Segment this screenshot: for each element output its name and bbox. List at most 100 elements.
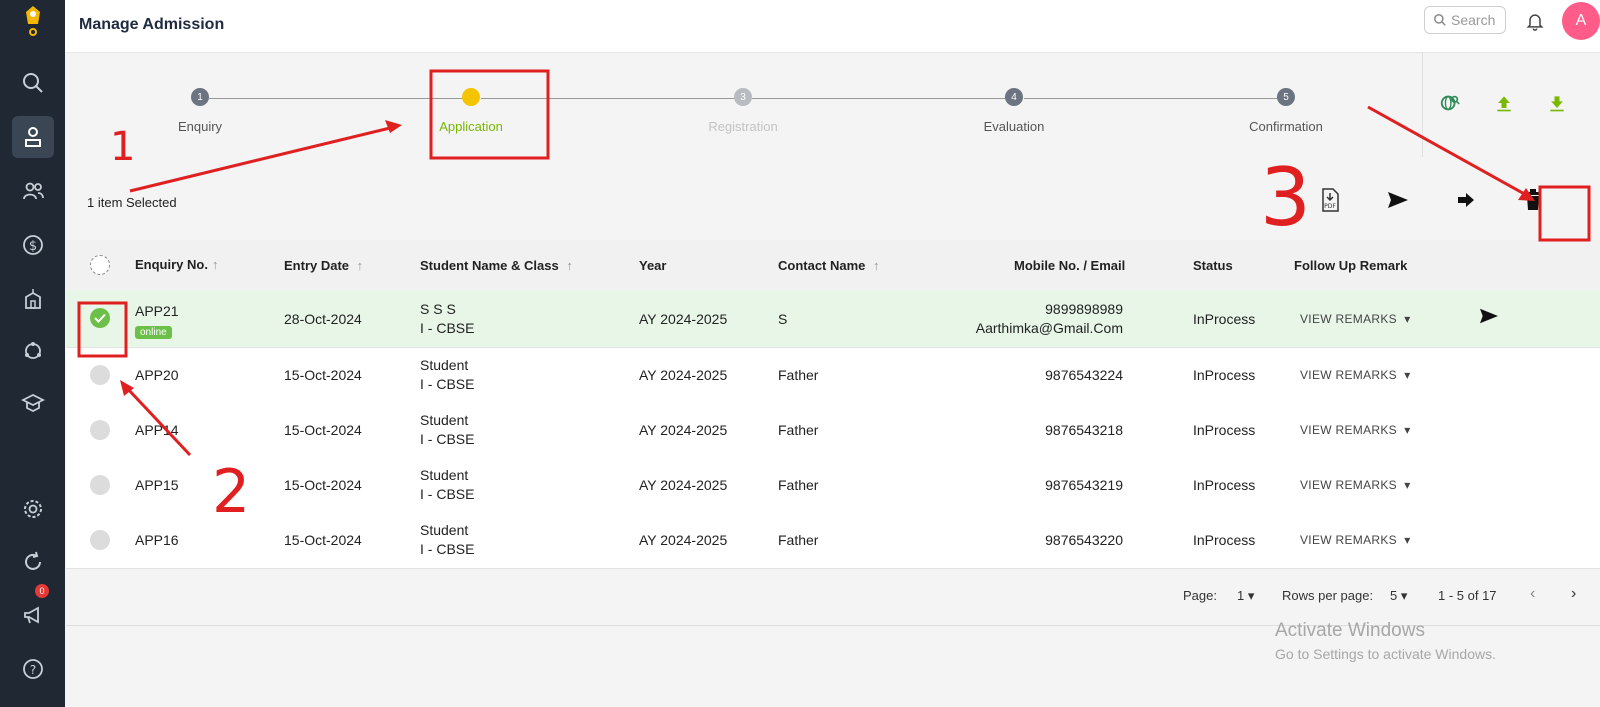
refresh-icon[interactable] xyxy=(12,541,54,583)
view-remarks-dropdown[interactable]: VIEW REMARKS ▾ xyxy=(1300,312,1411,326)
step-registration-dot[interactable]: 3 xyxy=(734,88,752,106)
cell-enquiry-no[interactable]: APP14 xyxy=(135,422,179,438)
table-row[interactable]: APP15 15-Oct-2024 Student I - CBSE AY 20… xyxy=(66,458,1600,514)
row-checkbox[interactable] xyxy=(90,365,110,385)
fees-dollar-icon[interactable]: $ xyxy=(12,224,54,266)
select-all-checkbox[interactable] xyxy=(90,255,110,275)
cell-entry-date: 15-Oct-2024 xyxy=(284,477,362,493)
cell-entry-date: 15-Oct-2024 xyxy=(284,367,362,383)
step-enquiry-label[interactable]: Enquiry xyxy=(178,119,222,134)
page-title: Manage Admission xyxy=(79,16,225,33)
search-icon[interactable] xyxy=(12,62,54,104)
cell-student-class: I - CBSE xyxy=(420,486,475,502)
cell-enquiry-no[interactable]: APP21 xyxy=(135,303,179,319)
windows-watermark-subtitle: Go to Settings to activate Windows. xyxy=(1275,646,1496,662)
stepper-connector xyxy=(752,98,1005,99)
caret-down-icon: ▾ xyxy=(1400,478,1411,492)
view-remarks-dropdown[interactable]: VIEW REMARKS ▾ xyxy=(1300,533,1411,547)
view-remarks-dropdown[interactable]: VIEW REMARKS ▾ xyxy=(1300,478,1411,492)
cell-year: AY 2024-2025 xyxy=(639,477,728,493)
header-year[interactable]: Year xyxy=(639,258,666,273)
view-remarks-dropdown[interactable]: VIEW REMARKS ▾ xyxy=(1300,423,1411,437)
caret-down-icon: ▾ xyxy=(1244,588,1255,603)
app-logo[interactable] xyxy=(14,2,52,40)
row-send-icon[interactable] xyxy=(1478,307,1500,330)
sort-arrow-icon[interactable]: ↑ xyxy=(212,257,219,272)
sort-arrow-icon[interactable]: ↑ xyxy=(353,258,364,273)
step-application-label[interactable]: Application xyxy=(439,119,503,134)
upload-icon[interactable] xyxy=(1494,92,1514,119)
windows-watermark-title: Activate Windows xyxy=(1275,620,1425,641)
cell-enquiry-no[interactable]: APP16 xyxy=(135,532,179,548)
step-enquiry-dot[interactable]: 1 xyxy=(191,88,209,106)
cell-enquiry-no[interactable]: APP20 xyxy=(135,367,179,383)
row-checkbox-checked[interactable] xyxy=(90,308,110,328)
page-range-text: 1 - 5 of 17 xyxy=(1438,588,1497,603)
admission-icon[interactable] xyxy=(12,116,54,158)
sort-arrow-icon[interactable]: ↑ xyxy=(869,258,880,273)
table-row[interactable]: APP20 15-Oct-2024 Student I - CBSE AY 20… xyxy=(66,348,1600,404)
sort-arrow-icon[interactable]: ↑ xyxy=(563,258,573,273)
stepper-connector xyxy=(481,98,734,99)
cell-enquiry-no[interactable]: APP15 xyxy=(135,477,179,493)
table-row[interactable]: APP14 15-Oct-2024 Student I - CBSE AY 20… xyxy=(66,403,1600,459)
search-icon xyxy=(1434,14,1446,26)
school-building-icon[interactable] xyxy=(12,278,54,320)
move-forward-arrow-icon[interactable] xyxy=(1452,186,1480,214)
annotation-box-delete xyxy=(1538,185,1591,242)
annotation-arrowhead xyxy=(385,120,402,133)
view-remarks-dropdown[interactable]: VIEW REMARKS ▾ xyxy=(1300,368,1411,382)
help-icon[interactable]: ? xyxy=(12,648,54,690)
cell-year: AY 2024-2025 xyxy=(639,367,728,383)
cell-status: InProcess xyxy=(1193,477,1256,493)
cell-email: Aarthimka@Gmail.Com xyxy=(975,320,1123,336)
cell-student-class: I - CBSE xyxy=(420,320,475,336)
pdf-download-icon[interactable]: PDF xyxy=(1316,186,1344,214)
online-badge: online xyxy=(135,322,172,339)
next-page-chevron-icon[interactable]: › xyxy=(1571,585,1576,603)
send-icon[interactable] xyxy=(1384,186,1412,214)
step-registration-label[interactable]: Registration xyxy=(708,119,777,134)
step-evaluation-label[interactable]: Evaluation xyxy=(984,119,1045,134)
header-contact-name[interactable]: Contact Name ↑ xyxy=(778,258,880,273)
delete-trash-icon[interactable] xyxy=(1519,186,1547,214)
step-application-dot[interactable] xyxy=(462,88,480,106)
network-icon[interactable] xyxy=(12,330,54,372)
row-checkbox[interactable] xyxy=(90,530,110,550)
bell-icon[interactable] xyxy=(1525,10,1545,37)
people-icon[interactable] xyxy=(12,170,54,212)
announcement-icon[interactable]: 0 xyxy=(12,584,54,636)
prev-page-chevron-icon[interactable]: ‹ xyxy=(1530,585,1535,603)
rows-per-page-select[interactable]: 5 ▾ xyxy=(1390,588,1407,604)
header-entry-date[interactable]: Entry Date ↑ xyxy=(284,258,363,273)
cell-contact-name: S xyxy=(778,311,788,327)
table-row[interactable]: APP21 online 28-Oct-2024 S S S I - CBSE … xyxy=(66,290,1600,348)
graduation-icon[interactable] xyxy=(12,382,54,424)
header-mobile-email[interactable]: Mobile No. / Email xyxy=(1014,258,1125,273)
annotation-box-application xyxy=(429,69,550,160)
row-checkbox[interactable] xyxy=(90,420,110,440)
rows-per-page-label: Rows per page: xyxy=(1282,588,1374,603)
header-student-name[interactable]: Student Name & Class ↑ xyxy=(420,258,573,273)
step-evaluation-dot[interactable]: 4 xyxy=(1005,88,1023,106)
header-follow-up-remark[interactable]: Follow Up Remark xyxy=(1294,258,1407,273)
user-avatar[interactable]: A xyxy=(1562,2,1600,40)
page-select[interactable]: 1 ▾ xyxy=(1237,588,1254,604)
header-entry-date-label: Entry Date xyxy=(284,258,350,273)
header-status[interactable]: Status xyxy=(1193,258,1233,273)
globe-search-icon[interactable] xyxy=(1439,92,1461,119)
selection-count-text: 1 item Selected xyxy=(87,195,177,210)
row-checkbox[interactable] xyxy=(90,475,110,495)
table-row[interactable]: APP16 15-Oct-2024 Student I - CBSE AY 20… xyxy=(66,513,1600,569)
search-box[interactable]: Search xyxy=(1424,6,1506,34)
step-confirmation-label[interactable]: Confirmation xyxy=(1249,119,1323,134)
cell-student-name: Student xyxy=(420,412,469,428)
header-enquiry-no[interactable]: Enquiry No. ↑ xyxy=(135,257,218,272)
header-student-label: Student Name & Class xyxy=(420,258,559,273)
step-confirmation-dot[interactable]: 5 xyxy=(1277,88,1295,106)
cell-mobile: 9876543224 xyxy=(1045,367,1123,383)
view-remarks-label: VIEW REMARKS xyxy=(1300,478,1397,492)
settings-gear-icon[interactable] xyxy=(12,488,54,530)
caret-down-icon: ▾ xyxy=(1400,423,1411,437)
download-icon[interactable] xyxy=(1547,92,1567,119)
